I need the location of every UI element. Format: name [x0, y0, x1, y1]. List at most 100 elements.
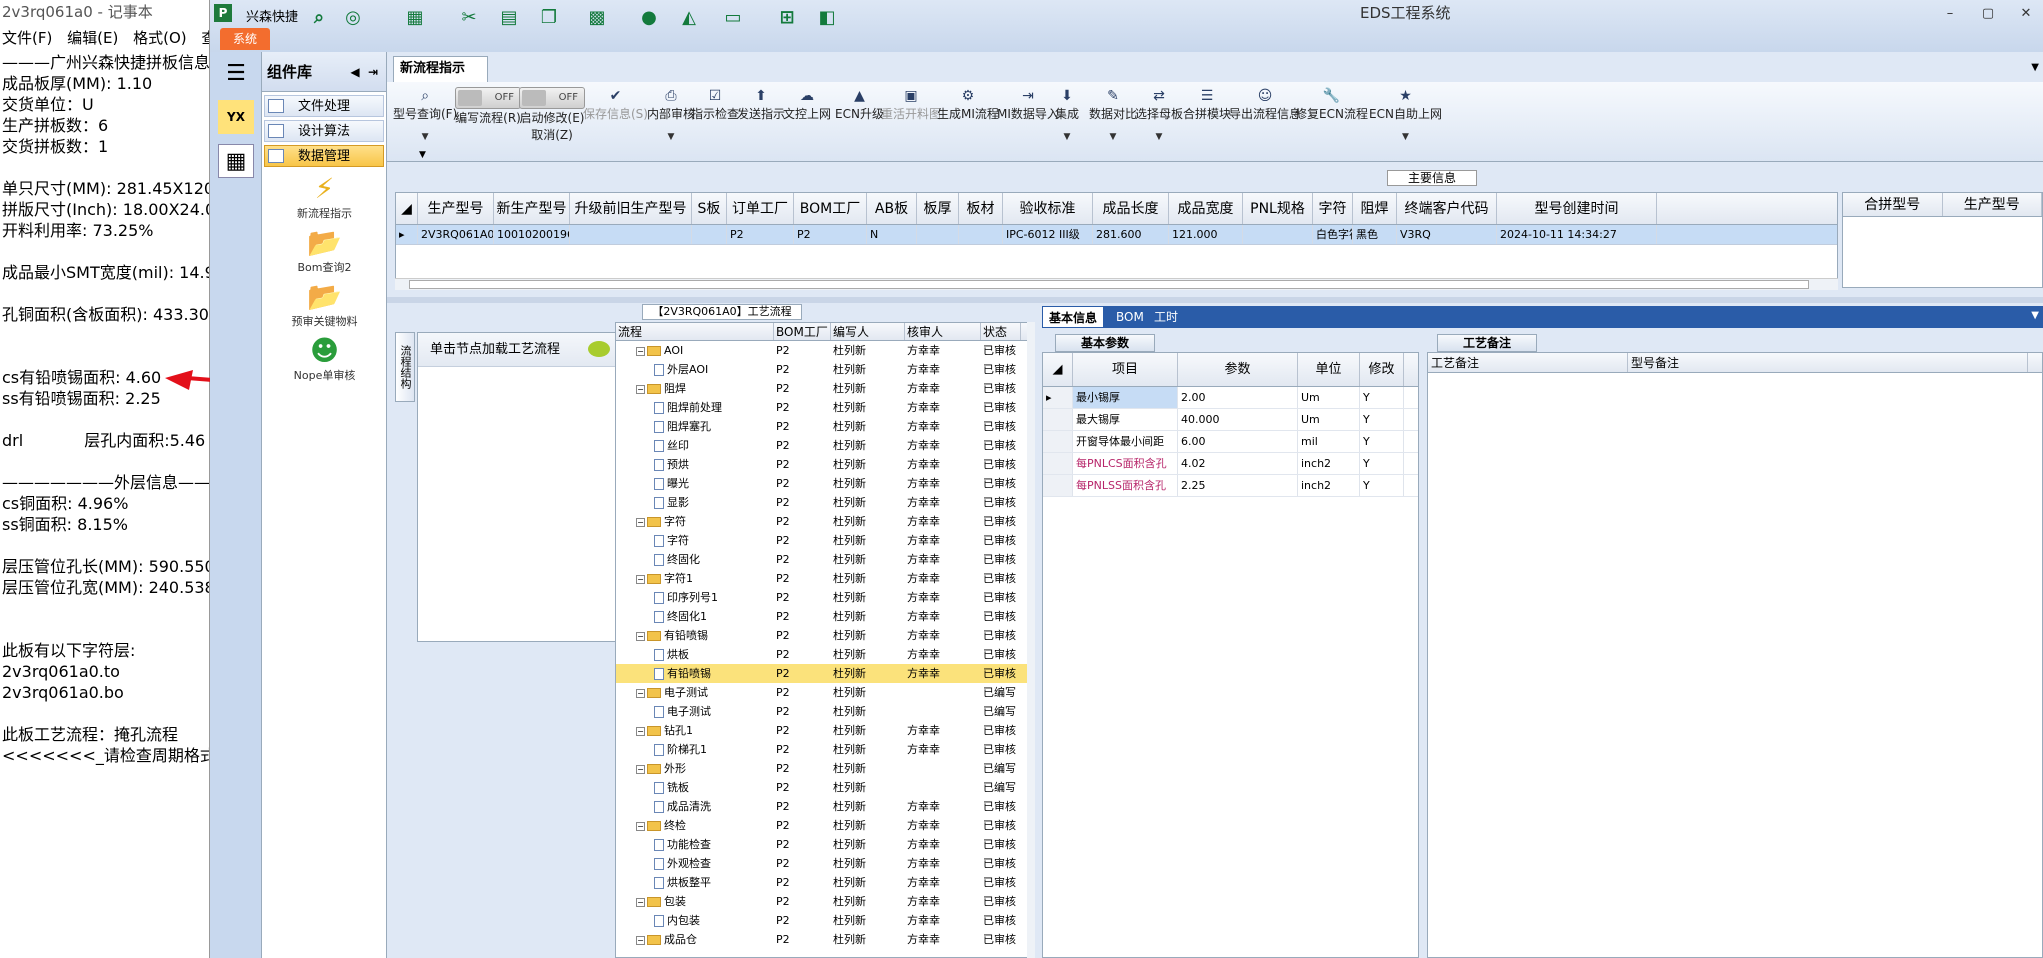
chart-icon[interactable]: ◭ [676, 4, 702, 30]
column-header[interactable]: 成品宽度 [1169, 193, 1243, 224]
collapse-toggle-icon[interactable]: − [636, 346, 645, 356]
menu-icon[interactable]: ☰ [218, 56, 254, 90]
row-selector[interactable]: ▸ [1043, 387, 1073, 408]
table-row[interactable]: 开窗导体最小间距 6.00 mil Y [1043, 431, 1418, 453]
ribbon-button[interactable]: ☰ 合拼模块 [1183, 87, 1231, 122]
ribbon-button[interactable]: OFF 启动修改(E) 取消(Z) [519, 87, 585, 143]
tree-column-header[interactable]: 流程 [616, 323, 774, 340]
detail-tab[interactable]: 工时 [1148, 306, 1184, 328]
tab-dropdown-icon[interactable]: ▼ [2031, 62, 2039, 73]
tree-row[interactable]: − 钻孔1 P2 杜列新 方幸幸 已审核 [616, 721, 1034, 740]
collapse-toggle-icon[interactable]: − [636, 688, 645, 698]
detail-tab[interactable]: BOM [1110, 306, 1150, 328]
table-row[interactable]: 每PNLSS面积含孔 2.25 inch2 Y [1043, 475, 1418, 497]
tree-row[interactable]: 铣板 P2 杜列新 已编写 [616, 778, 1034, 797]
ribbon-button[interactable]: ⇥ MI数据导入 [997, 87, 1059, 122]
column-header[interactable]: 板材 [959, 193, 1003, 224]
tree-row[interactable]: 阶梯孔1 P2 杜列新 方幸幸 已审核 [616, 740, 1034, 759]
table-cell[interactable] [692, 225, 727, 244]
ribbon-button[interactable]: ▣ 重活开料图 [881, 87, 941, 122]
ribbon-button[interactable]: OFF 编写流程(R) [455, 87, 521, 126]
ribbon-button[interactable]: ⇄ 选择母板 ▼ [1135, 87, 1183, 142]
ribbon-button[interactable]: ☺ 导出流程信息 [1229, 87, 1301, 122]
tree-row[interactable]: 外层AOI P2 杜列新 方幸幸 已审核 [616, 360, 1034, 379]
component-item[interactable]: 文件处理 [264, 95, 384, 117]
system-tab[interactable]: 系统 [220, 28, 270, 50]
column-header[interactable]: 型号创建时间 [1497, 193, 1657, 224]
component-launcher[interactable]: 📂 Bom查询2 [262, 227, 387, 275]
tab-new-process[interactable]: 新流程指示 × [393, 56, 488, 100]
column-header[interactable]: 成品长度 [1093, 193, 1169, 224]
table-row[interactable]: ▸2V3RQ061A010010200196742P2P2NIPC-6012 I… [396, 225, 1837, 245]
tree-column-header[interactable]: BOM工厂 [774, 323, 831, 340]
param-value-cell[interactable]: 2.25 [1178, 475, 1298, 496]
table-cell[interactable]: IPC-6012 III级 [1003, 225, 1093, 244]
grid-icon[interactable]: ▩ [584, 4, 610, 30]
search-icon[interactable]: ⌕ [306, 4, 332, 30]
tree-row[interactable]: 电子测试 P2 杜列新 已编写 [616, 702, 1034, 721]
table-row[interactable]: 每PNLCS面积含孔 4.02 inch2 Y [1043, 453, 1418, 475]
column-header[interactable]: BOM工厂 [794, 193, 867, 224]
row-selector[interactable] [1043, 475, 1073, 496]
film-icon[interactable]: ▤ [496, 4, 522, 30]
collapse-toggle-icon[interactable]: − [636, 821, 645, 831]
collapse-toggle-icon[interactable]: − [636, 726, 645, 736]
ribbon-button[interactable]: ⚙ 生成MI流程 [937, 87, 999, 122]
tree-row[interactable]: − 字符1 P2 杜列新 方幸幸 已审核 [616, 569, 1034, 588]
table-cell[interactable]: P2 [794, 225, 867, 244]
ribbon-button[interactable]: ▲ ECN升级 [835, 87, 884, 122]
dropdown-arrow-icon[interactable]: ▼ [647, 132, 695, 142]
collapse-toggle-icon[interactable]: − [636, 935, 645, 945]
table-cell[interactable] [1243, 225, 1313, 244]
splitter[interactable] [387, 297, 2043, 303]
tree-row[interactable]: 阻焊塞孔 P2 杜列新 方幸幸 已审核 [616, 417, 1034, 436]
param-value-cell[interactable]: 2.00 [1178, 387, 1298, 408]
tree-row[interactable]: − 阻焊 P2 杜列新 方幸幸 已审核 [616, 379, 1034, 398]
ribbon-button[interactable]: ⎙ 内部审核 ▼ [647, 87, 695, 142]
tree-row[interactable]: 预烘 P2 杜列新 方幸幸 已审核 [616, 455, 1034, 474]
col-merge-model[interactable]: 合拼型号 [1843, 193, 1943, 216]
collapse-toggle-icon[interactable]: − [636, 517, 645, 527]
tree-row[interactable]: 丝印 P2 杜列新 方幸幸 已审核 [616, 436, 1034, 455]
close-button[interactable]: ✕ [2016, 6, 2036, 24]
maximize-button[interactable]: ▢ [1978, 6, 1998, 24]
table-cell[interactable] [570, 225, 692, 244]
tree-row[interactable]: 烘板 P2 杜列新 方幸幸 已审核 [616, 645, 1034, 664]
dropdown-arrow-icon[interactable]: ▼ [1369, 132, 1442, 142]
tree-column-header[interactable]: 核审人 [905, 323, 981, 340]
vertical-scrollbar[interactable] [1027, 322, 1035, 958]
lifebuoy-icon[interactable]: ◎ [340, 4, 366, 30]
tree-row[interactable]: 有铅喷锡 P2 杜列新 方幸幸 已审核 [616, 664, 1034, 683]
dropdown-arrow-icon[interactable]: ▼ [1135, 132, 1183, 142]
tree-row[interactable]: 外观检查 P2 杜列新 方幸幸 已审核 [616, 854, 1034, 873]
tree-row[interactable]: 烘板整平 P2 杜列新 方幸幸 已审核 [616, 873, 1034, 892]
table-cell[interactable]: 121.000 [1169, 225, 1243, 244]
column-header[interactable]: S板 [692, 193, 727, 224]
tree-row[interactable]: 内包装 P2 杜列新 方幸幸 已审核 [616, 911, 1034, 930]
basic-column-header[interactable]: 项目 [1073, 353, 1178, 386]
table-row[interactable]: 最大锡厚 40.000 Um Y [1043, 409, 1418, 431]
basic-column-header[interactable]: 修改 [1360, 353, 1404, 386]
table-icon[interactable]: ▦ [402, 4, 428, 30]
minimize-button[interactable]: – [1940, 6, 1960, 24]
yx-module-icon[interactable]: YX [218, 100, 254, 134]
tree-row[interactable]: − 包装 P2 杜列新 方幸幸 已审核 [616, 892, 1034, 911]
menu-format[interactable]: 格式(O) [133, 29, 187, 47]
column-header[interactable]: 生产型号 [418, 193, 494, 224]
table-cell[interactable]: 黑色 [1353, 225, 1397, 244]
component-launcher[interactable]: 📂 预审关键物料 [262, 281, 387, 329]
gallery-icon[interactable]: ◧ [814, 4, 840, 30]
table-cell[interactable]: 281.600 [1093, 225, 1169, 244]
tree-row[interactable]: 字符 P2 杜列新 方幸幸 已审核 [616, 531, 1034, 550]
menu-edit[interactable]: 编辑(E) [67, 29, 118, 47]
component-item[interactable]: 数据管理 [264, 145, 384, 167]
basic-column-header[interactable]: 参数 [1178, 353, 1298, 386]
column-header[interactable]: 新生产型号 [494, 193, 570, 224]
toggle-switch[interactable]: OFF [519, 87, 585, 109]
dropdown-arrow-icon[interactable]: ▼ [1089, 132, 1137, 142]
copy-icon[interactable]: ❐ [536, 4, 562, 30]
param-value-cell[interactable]: 6.00 [1178, 431, 1298, 452]
table-cell[interactable]: N [867, 225, 917, 244]
row-selector[interactable] [1043, 453, 1073, 474]
ribbon-button[interactable]: ☑ 指示检查 [691, 87, 739, 122]
